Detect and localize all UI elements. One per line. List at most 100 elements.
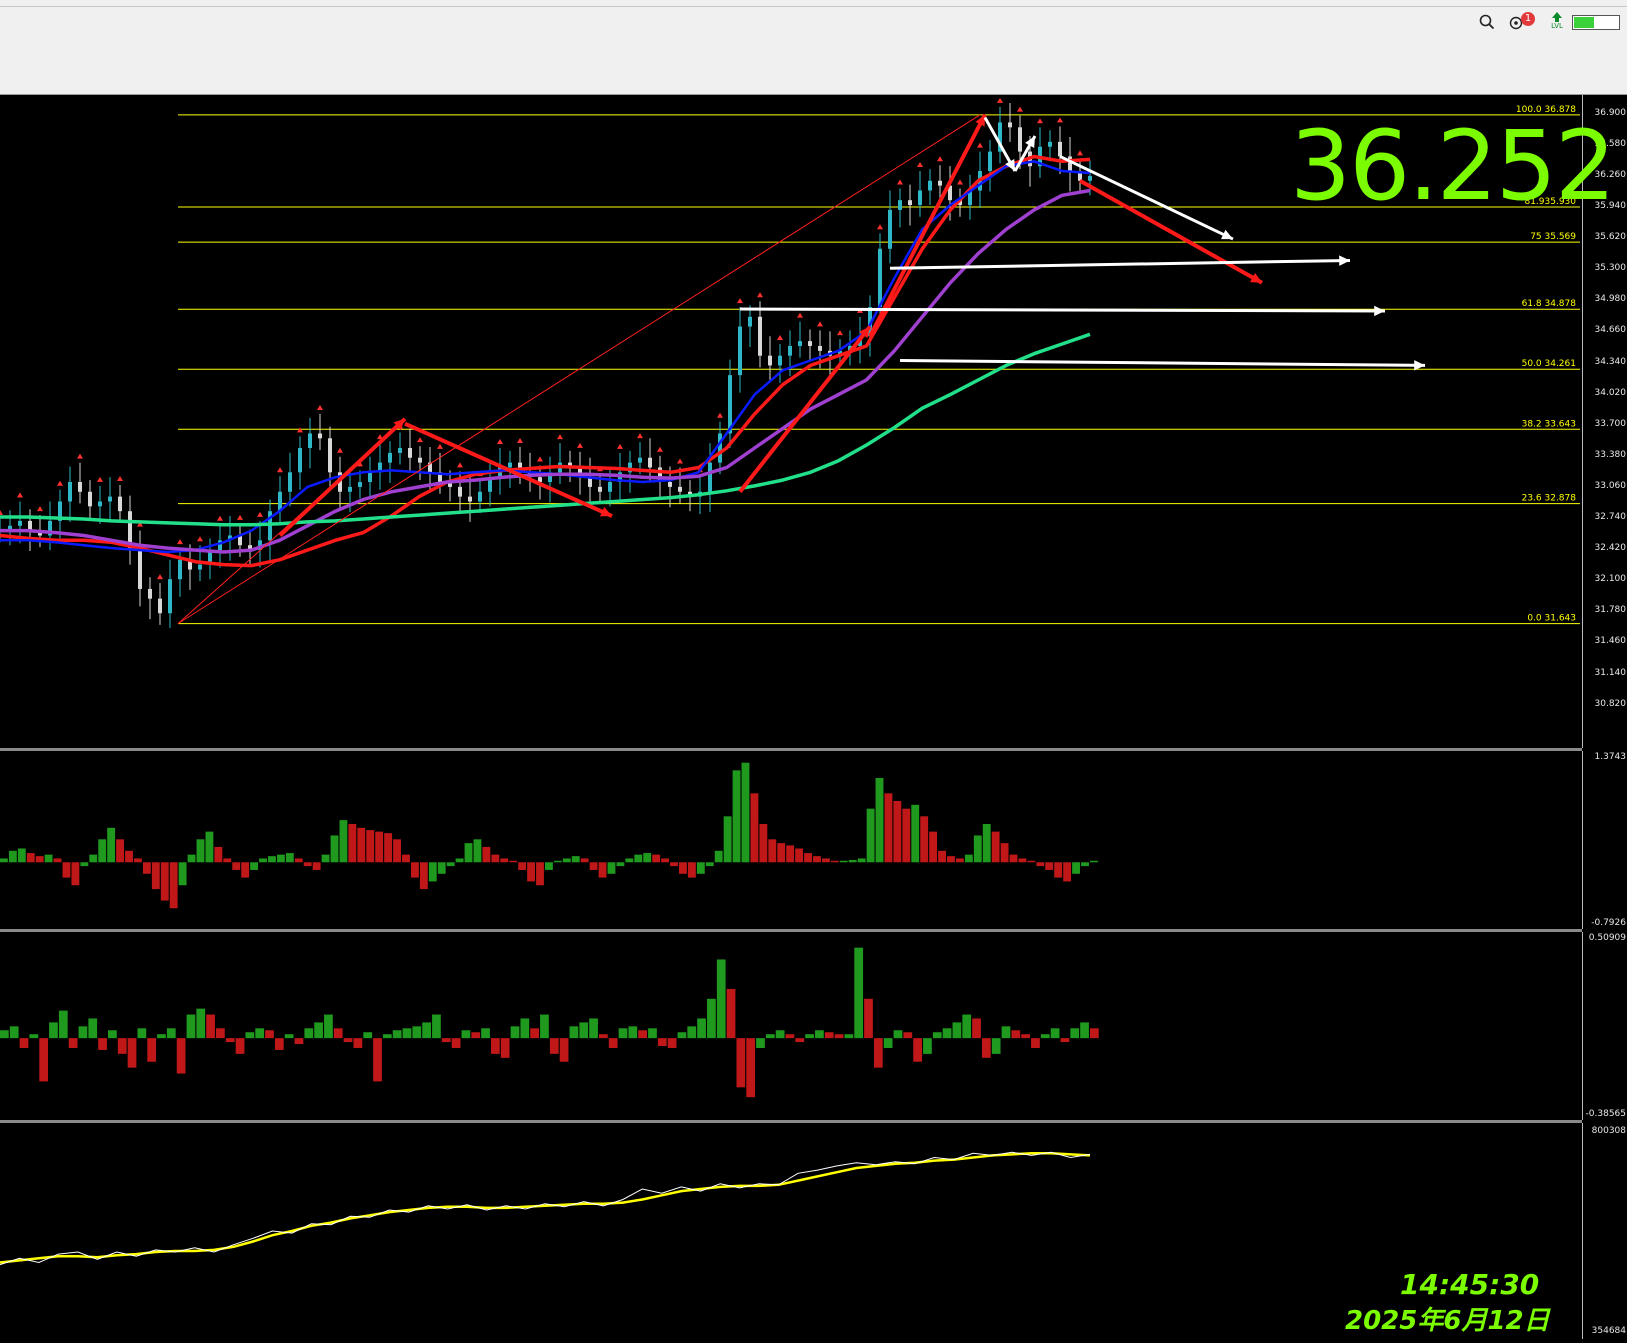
histogram-bar (618, 1028, 628, 1039)
histogram-bar (509, 860, 518, 863)
candle-body (638, 457, 642, 463)
fractal-marker (0, 509, 3, 515)
histogram-bar (186, 1014, 196, 1039)
fib-label: 50.0 34.261 (1522, 359, 1576, 369)
volume-axis[interactable]: 800308 354684 (1582, 1123, 1627, 1339)
fractal-marker (777, 335, 783, 341)
histogram-bar (268, 856, 276, 863)
fractal-marker (917, 162, 923, 168)
histogram-bar (330, 835, 339, 863)
histogram-bar (116, 839, 125, 863)
histogram-bar (333, 1028, 343, 1039)
histogram-bar (929, 831, 938, 863)
histogram-bar (804, 853, 812, 863)
fractal-marker (537, 456, 543, 462)
candle-body (1048, 141, 1052, 147)
fractal-marker (897, 179, 903, 185)
histogram-bar (1060, 1038, 1070, 1043)
candle-body (778, 355, 782, 366)
histogram-bar (491, 854, 500, 863)
histogram-bar (402, 854, 410, 863)
histogram-bar (964, 854, 973, 863)
histogram-bar (687, 1026, 697, 1039)
candle-body (1018, 127, 1022, 152)
histogram-bar (1045, 862, 1054, 870)
histogram-bar (549, 1038, 559, 1054)
candle-body (348, 486, 352, 492)
y-tick-label: 0.50909 (1588, 933, 1626, 943)
histogram-bar (598, 862, 607, 878)
histogram-bar (1031, 1038, 1040, 1048)
histogram-bar (873, 1038, 883, 1068)
histogram-bar (294, 1038, 304, 1045)
current-price: 36.252 (1290, 110, 1616, 222)
histogram-bar (1036, 862, 1045, 867)
candle-body (1058, 141, 1062, 157)
y-tick-label: 31.460 (1594, 636, 1627, 647)
histogram-bar (756, 1038, 765, 1048)
histogram-bar (223, 858, 232, 863)
histogram-bar (848, 859, 857, 863)
fractal-marker (1017, 106, 1023, 112)
histogram-bar (412, 1026, 422, 1039)
histogram-bar (589, 1018, 598, 1039)
histogram-bar (17, 848, 26, 863)
candle-body (68, 482, 72, 502)
candle-body (1008, 122, 1012, 128)
white-arrow (889, 258, 1351, 270)
histogram-bar (657, 1038, 667, 1047)
histogram-bar (324, 1014, 333, 1039)
level-icon[interactable]: LVL (1548, 12, 1566, 32)
histogram-bar (589, 862, 598, 870)
histogram-bar (723, 816, 732, 863)
histogram-bar (294, 858, 303, 863)
histogram-bar (777, 843, 786, 863)
fractal-marker (57, 480, 63, 486)
histogram-bar (481, 1028, 490, 1039)
histogram-bar (857, 858, 866, 863)
histogram-bar (250, 862, 259, 870)
histogram-bar (527, 862, 535, 882)
notification-badge: 1 (1521, 12, 1535, 26)
histogram-bar (923, 1038, 932, 1054)
fractal-marker (797, 312, 803, 318)
y-tick-label: 31.780 (1594, 605, 1627, 616)
fractal-marker (817, 321, 823, 327)
histogram-bar (608, 1038, 618, 1048)
y-tick-label: 32.100 (1594, 574, 1627, 585)
oscillator-1-axis[interactable]: 1.3743 -0.7926 (1582, 751, 1627, 929)
candle-body (988, 151, 992, 172)
candle-body (508, 462, 512, 468)
histogram-bar (520, 1018, 530, 1039)
histogram-bar (667, 1038, 677, 1048)
histogram-bar (35, 856, 44, 863)
candle-body (738, 326, 742, 376)
histogram-bar (142, 862, 151, 874)
fractal-marker (317, 405, 323, 410)
search-icon[interactable] (1478, 12, 1496, 32)
histogram-bar (607, 862, 616, 874)
candle-body (458, 486, 462, 497)
histogram-bar (19, 1038, 29, 1048)
histogram-bar (716, 959, 726, 1039)
histogram-bar (854, 947, 864, 1039)
histogram-bar (670, 862, 678, 867)
fractal-marker (37, 506, 43, 512)
fractal-marker (257, 511, 263, 517)
oscillator-1-panel[interactable] (0, 751, 1582, 929)
histogram-bar (455, 858, 464, 863)
candle-body (908, 200, 912, 206)
fractal-marker (237, 514, 243, 520)
oscillator-2-panel[interactable] (0, 932, 1582, 1120)
histogram-bar (461, 1030, 471, 1039)
battery-fill (1574, 17, 1594, 28)
oscillator-2-axis[interactable]: 0.50909 -0.38565 (1582, 932, 1627, 1120)
candle-body (798, 341, 802, 346)
fractal-marker (717, 412, 723, 418)
histogram-bar (815, 1030, 824, 1039)
y-tick-label: 32.740 (1594, 512, 1627, 523)
histogram-bar (241, 862, 250, 878)
fractal-marker (177, 539, 183, 545)
histogram-bar (0, 1030, 9, 1039)
fractal-marker (337, 447, 343, 453)
